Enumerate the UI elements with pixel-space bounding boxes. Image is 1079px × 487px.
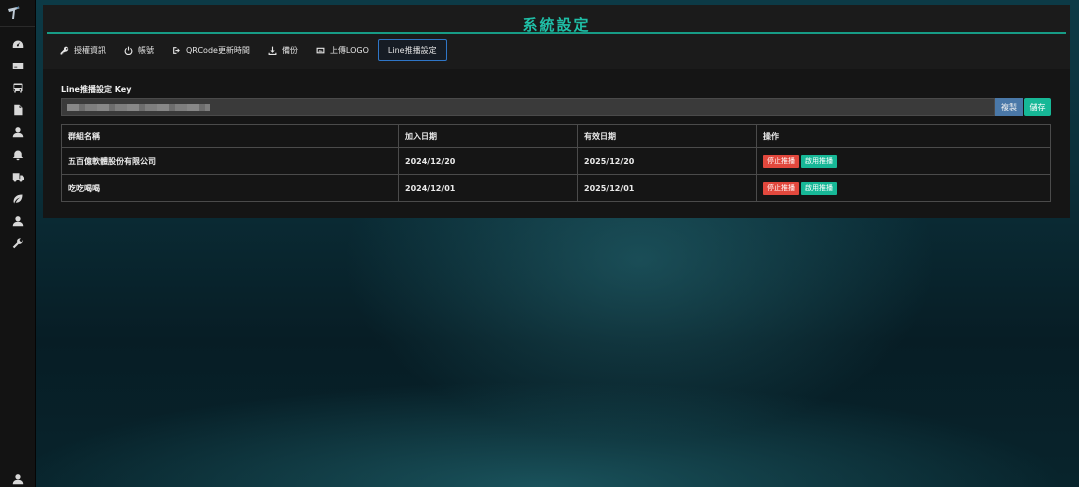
copy-button[interactable]: 複製	[995, 98, 1023, 116]
image-icon	[316, 47, 325, 53]
account-icon[interactable]	[11, 472, 25, 486]
tab-line-push-settings[interactable]: Line推播設定	[377, 39, 447, 61]
document-icon[interactable]	[11, 103, 25, 117]
group-table: 群組名稱 加入日期 有效日期 操作 五百億軟體股份有限公司 2024/12/20…	[61, 124, 1051, 202]
user-icon[interactable]	[11, 214, 25, 228]
tab-upload-logo[interactable]: 上傳LOGO	[307, 39, 378, 61]
column-header-join-date: 加入日期	[398, 124, 578, 148]
table-header-row: 群組名稱 加入日期 有效日期 操作	[61, 124, 1051, 148]
save-button[interactable]: 儲存	[1024, 98, 1051, 116]
tab-label: QRCode更新時間	[186, 45, 250, 55]
download-icon	[268, 46, 277, 55]
logo	[6, 5, 22, 21]
tab-label: Line推播設定	[387, 45, 437, 55]
wrench-icon[interactable]	[11, 236, 25, 250]
tab-label: 授權資訊	[74, 45, 106, 55]
table-row: 吃吃喝喝 2024/12/01 2025/12/01 停止推播 啟用推播	[61, 174, 1051, 202]
truck-icon[interactable]	[11, 170, 25, 184]
actions-cell: 停止推播 啟用推播	[756, 147, 1051, 175]
tab-label: 備份	[281, 45, 298, 55]
tab-license-info[interactable]: 授權資訊	[51, 39, 115, 61]
logo-divider	[0, 26, 35, 27]
valid-date-cell: 2025/12/20	[577, 147, 757, 175]
join-date-cell: 2024/12/20	[398, 147, 578, 175]
start-push-button[interactable]: 啟用推播	[801, 181, 837, 195]
bus-icon[interactable]	[11, 81, 25, 95]
column-header-group-name: 群組名稱	[61, 124, 399, 148]
title-underline	[47, 32, 1066, 34]
settings-tabs: 授權資訊 帳號 QRCode更新時間 備份 上傳LOGO Line推播設定	[51, 39, 447, 61]
tab-label: 帳號	[138, 45, 154, 55]
line-key-label: Line推播設定 Key	[61, 85, 132, 94]
start-push-button[interactable]: 啟用推播	[801, 154, 837, 168]
sign-out-icon	[173, 46, 180, 54]
sidebar	[0, 0, 36, 487]
key-icon	[60, 46, 69, 54]
tab-label: 上傳LOGO	[329, 45, 369, 55]
tab-account[interactable]: 帳號	[115, 39, 163, 61]
user-icon[interactable]	[11, 125, 25, 139]
group-name-cell: 吃吃喝喝	[61, 174, 399, 202]
join-date-cell: 2024/12/01	[398, 174, 578, 202]
bell-icon[interactable]	[11, 148, 25, 162]
tab-qrcode-update-time[interactable]: QRCode更新時間	[163, 39, 259, 61]
power-icon	[124, 46, 133, 55]
card-icon[interactable]	[11, 59, 25, 73]
group-name-cell: 五百億軟體股份有限公司	[61, 147, 399, 175]
column-header-actions: 操作	[756, 124, 1051, 148]
valid-date-cell: 2025/12/01	[577, 174, 757, 202]
stop-push-button[interactable]: 停止推播	[763, 181, 799, 195]
table-row: 五百億軟體股份有限公司 2024/12/20 2025/12/20 停止推播 啟用…	[61, 147, 1051, 175]
tab-backup[interactable]: 備份	[259, 39, 307, 61]
leaf-icon[interactable]	[11, 192, 25, 206]
actions-cell: 停止推播 啟用推播	[756, 174, 1051, 202]
stop-push-button[interactable]: 停止推播	[763, 154, 799, 168]
line-key-input[interactable]	[61, 98, 995, 116]
masked-key-value	[67, 104, 210, 111]
column-header-valid-date: 有效日期	[577, 124, 757, 148]
dashboard-icon[interactable]	[11, 38, 25, 52]
